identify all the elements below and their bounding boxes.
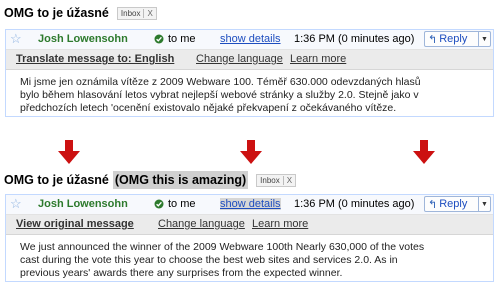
down-arrow-icon	[240, 140, 262, 164]
bottom-reply-label: Reply	[439, 198, 468, 210]
bottom-subject-row: OMG to je úžasné (OMG this is amazing) I…	[4, 171, 297, 189]
bottom-reply-button[interactable]: ↰ Reply ▼	[424, 196, 491, 212]
body-line: cast during the vote this year to choose…	[20, 254, 398, 266]
top-show-details-link[interactable]: show details	[220, 33, 281, 45]
bottom-translate-bar: View original message Change language Le…	[6, 215, 493, 235]
bottom-inbox-label-text: Inbox	[260, 175, 280, 185]
chevron-down-icon[interactable]: ▼	[478, 197, 490, 211]
reply-arrow-icon: ↰	[428, 198, 438, 211]
top-recipient: to me	[168, 33, 196, 45]
bottom-change-language-link[interactable]: Change language	[158, 218, 245, 230]
top-change-language-link[interactable]: Change language	[196, 53, 283, 65]
body-line: předchozích letech 'ocenění existovalo n…	[20, 102, 397, 114]
top-reply-label: Reply	[439, 33, 468, 45]
down-arrow-icon	[413, 140, 435, 164]
view-original-message-link[interactable]: View original message	[16, 218, 134, 230]
reply-arrow-icon: ↰	[428, 33, 438, 46]
body-line: previous years' awards there any surpris…	[20, 267, 343, 279]
body-line: bylo během hlasování letos vybrat nejlep…	[20, 89, 419, 101]
top-sender-name[interactable]: Josh Lowensohn	[38, 33, 128, 45]
bottom-message-card: ☆ Josh Lowensohn to me show details 1:36…	[5, 194, 494, 282]
top-translate-bar: Translate message to: English Change lan…	[6, 50, 493, 70]
down-arrow-icon	[58, 140, 80, 164]
top-timestamp: 1:36 PM (0 minutes ago)	[294, 33, 415, 45]
bottom-timestamp: 1:36 PM (0 minutes ago)	[294, 198, 415, 210]
bottom-recipient: to me	[168, 198, 196, 210]
star-icon[interactable]: ☆	[10, 196, 22, 212]
bottom-learn-more-link[interactable]: Learn more	[252, 218, 308, 230]
chevron-down-icon[interactable]: ▼	[478, 32, 490, 46]
bottom-inbox-label[interactable]: Inbox X	[256, 173, 297, 187]
translate-message-link[interactable]: Translate message to: English	[16, 53, 174, 65]
top-reply-button[interactable]: ↰ Reply ▼	[424, 31, 491, 47]
bottom-show-details-link[interactable]: show details	[220, 198, 281, 210]
bottom-message-body: We just announced the winner of the 2009…	[6, 235, 493, 281]
top-subject: OMG to je úžasné	[4, 6, 109, 20]
body-line: Mi jsme jen oznámila vítěze z 2009 Webwa…	[20, 76, 421, 88]
top-inbox-label-text: Inbox	[120, 8, 141, 18]
top-message-body: Mi jsme jen oznámila vítěze z 2009 Webwa…	[6, 70, 493, 116]
subject-translation: (OMG this is amazing)	[112, 171, 249, 189]
bottom-sender-name[interactable]: Josh Lowensohn	[38, 198, 128, 210]
top-message-header: ☆ Josh Lowensohn to me show details 1:36…	[6, 30, 493, 50]
top-learn-more-link[interactable]: Learn more	[290, 53, 346, 65]
verified-sender-icon	[154, 199, 164, 209]
top-subject-row: OMG to je úžasné Inbox X	[4, 4, 157, 22]
bottom-subject: OMG to je úžasné	[4, 173, 109, 187]
top-inbox-label-remove[interactable]: X	[143, 8, 153, 18]
bottom-inbox-label-remove[interactable]: X	[282, 175, 292, 185]
body-line: We just announced the winner of the 2009…	[20, 241, 425, 253]
top-inbox-label[interactable]: Inbox X	[116, 6, 157, 20]
star-icon[interactable]: ☆	[10, 31, 22, 47]
bottom-message-header: ☆ Josh Lowensohn to me show details 1:36…	[6, 195, 493, 215]
verified-sender-icon	[154, 34, 164, 44]
top-message-card: ☆ Josh Lowensohn to me show details 1:36…	[5, 29, 494, 117]
